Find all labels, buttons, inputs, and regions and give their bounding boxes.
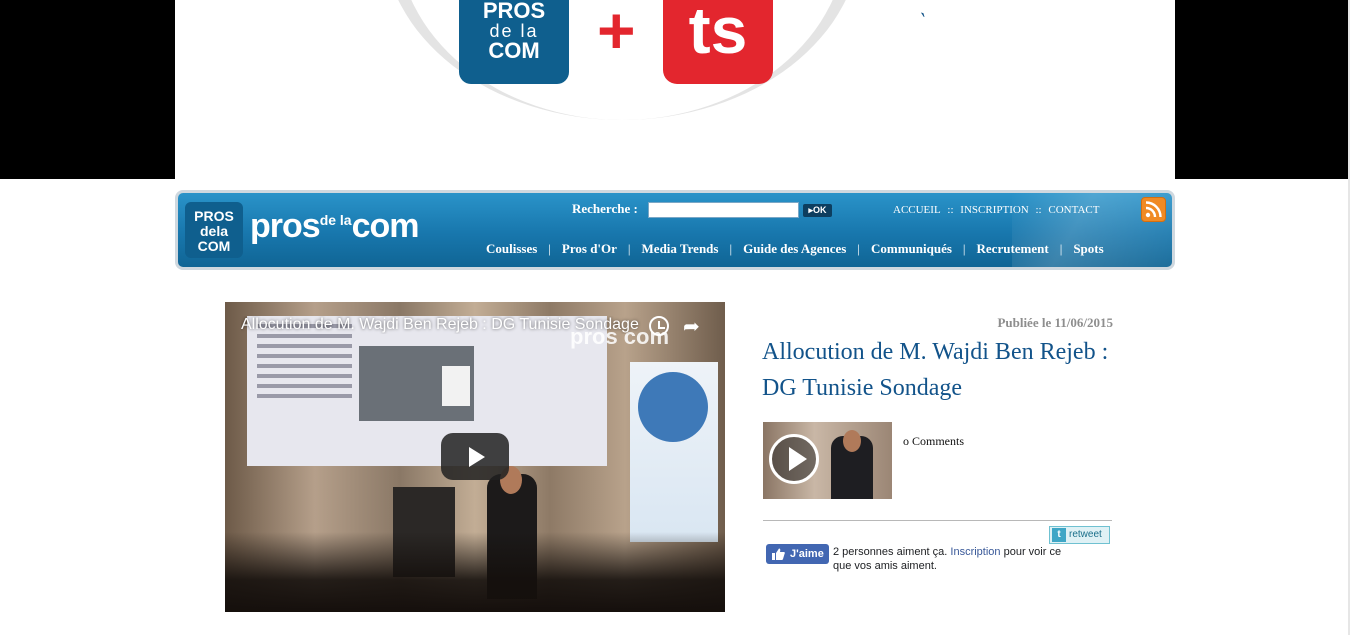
plus-sign: + — [597, 0, 636, 67]
twitter-icon: t — [1052, 528, 1066, 542]
facebook-like-button[interactable]: J'aime — [766, 544, 829, 564]
divider — [763, 520, 1112, 521]
screen-text-lines — [257, 324, 352, 404]
facebook-like-label: J'aime — [790, 548, 824, 560]
nav-separator: | — [627, 241, 631, 256]
nav-separator: | — [729, 241, 733, 256]
stand-badge — [638, 372, 708, 442]
top-link-separator: :: — [1035, 204, 1042, 216]
wordmark-part: pros — [250, 207, 321, 245]
header-wordmark[interactable]: prosde lacom — [250, 207, 420, 246]
search-input[interactable] — [648, 202, 799, 218]
retweet-button[interactable]: t retweet — [1049, 526, 1110, 544]
facebook-like-text: 2 personnes aiment ça. Inscription pour … — [833, 545, 1073, 573]
nav-media-trends[interactable]: Media Trends — [642, 241, 719, 256]
nav-guide-des-agences[interactable]: Guide des Agences — [743, 241, 846, 256]
wordmark-part: com — [351, 207, 420, 245]
nav-separator: | — [1059, 241, 1063, 256]
nav-coulisses[interactable]: Coulisses — [486, 241, 537, 256]
retweet-label: retweet — [1069, 529, 1102, 540]
nav-separator: | — [548, 241, 551, 256]
pros-de-la-com-logo: PROS de la COM — [459, 0, 569, 84]
play-button[interactable] — [441, 433, 509, 480]
fb-count-text: 2 personnes aiment ça. — [833, 546, 951, 558]
comments-count[interactable]: o Comments — [903, 434, 964, 449]
nav-recrutement[interactable]: Recrutement — [977, 241, 1049, 256]
rss-feed-icon[interactable] — [1141, 197, 1166, 222]
header-logo-line: PROS — [194, 208, 234, 224]
wordmark-small: de la — [319, 212, 352, 228]
link-contact[interactable]: CONTACT — [1048, 204, 1099, 216]
logo-line: PROS — [482, 0, 546, 23]
nav-separator: | — [962, 241, 966, 256]
header-logo-line: COM — [197, 238, 231, 254]
search-ok-label: OK — [813, 205, 827, 215]
top-link-separator: :: — [947, 204, 954, 216]
published-date: Publiée le 11/06/2015 — [997, 315, 1113, 330]
projection-screen — [247, 316, 607, 466]
nav-separator: | — [857, 241, 860, 256]
rss-icon — [1145, 201, 1162, 218]
site-header: PROS dela COM prosde lacom Recherche : ▸… — [175, 190, 1175, 270]
audience-area — [225, 532, 725, 612]
thumbnail-speaker-head — [843, 430, 861, 452]
link-accueil[interactable]: ACCUEIL — [893, 204, 941, 216]
header-logo-line: dela — [199, 223, 228, 239]
watch-later-icon[interactable] — [649, 316, 669, 336]
nav-spots[interactable]: Spots — [1073, 241, 1103, 256]
video-thumbnail[interactable] — [763, 422, 892, 499]
video-player[interactable]: pros com Allocution de M. Wajdi Ben Reje… — [225, 302, 725, 612]
share-icon[interactable]: ➦ — [683, 314, 700, 338]
article-title[interactable]: Allocution de M. Wajdi Ben Rejeb : DG Tu… — [762, 334, 1112, 406]
top-links: ACCUEIL :: INSCRIPTION :: CONTACT — [891, 204, 1101, 216]
logo-line: COM — [488, 38, 540, 63]
link-inscription[interactable]: INSCRIPTION — [960, 204, 1028, 216]
event-banner-stand — [630, 362, 718, 542]
screen-note — [442, 366, 470, 406]
ts-logo: ts — [663, 0, 773, 84]
nav-communiques[interactable]: Communiqués — [871, 241, 952, 256]
facebook-inscription-link[interactable]: Inscription — [950, 546, 1000, 558]
nav-pros-d-or[interactable]: Pros d'Or — [562, 241, 617, 256]
banner-arc-mask — [175, 120, 1175, 179]
top-banner[interactable]: PROS de la COM + ts ` — [175, 0, 1175, 179]
thumbnail-play-icon — [769, 434, 819, 484]
banner-tick-mark: ` — [913, 7, 929, 34]
search-ok-button[interactable]: ▸OK — [803, 204, 832, 217]
header-logo[interactable]: PROS dela COM — [185, 202, 243, 258]
search-label: Recherche : — [572, 201, 638, 216]
main-navigation: Coulisses | Pros d'Or | Media Trends | Guide d… — [486, 241, 1104, 257]
video-title[interactable]: Allocution de M. Wajdi Ben Rejeb : DG Tu… — [241, 316, 641, 334]
thumbs-up-icon — [772, 548, 785, 560]
